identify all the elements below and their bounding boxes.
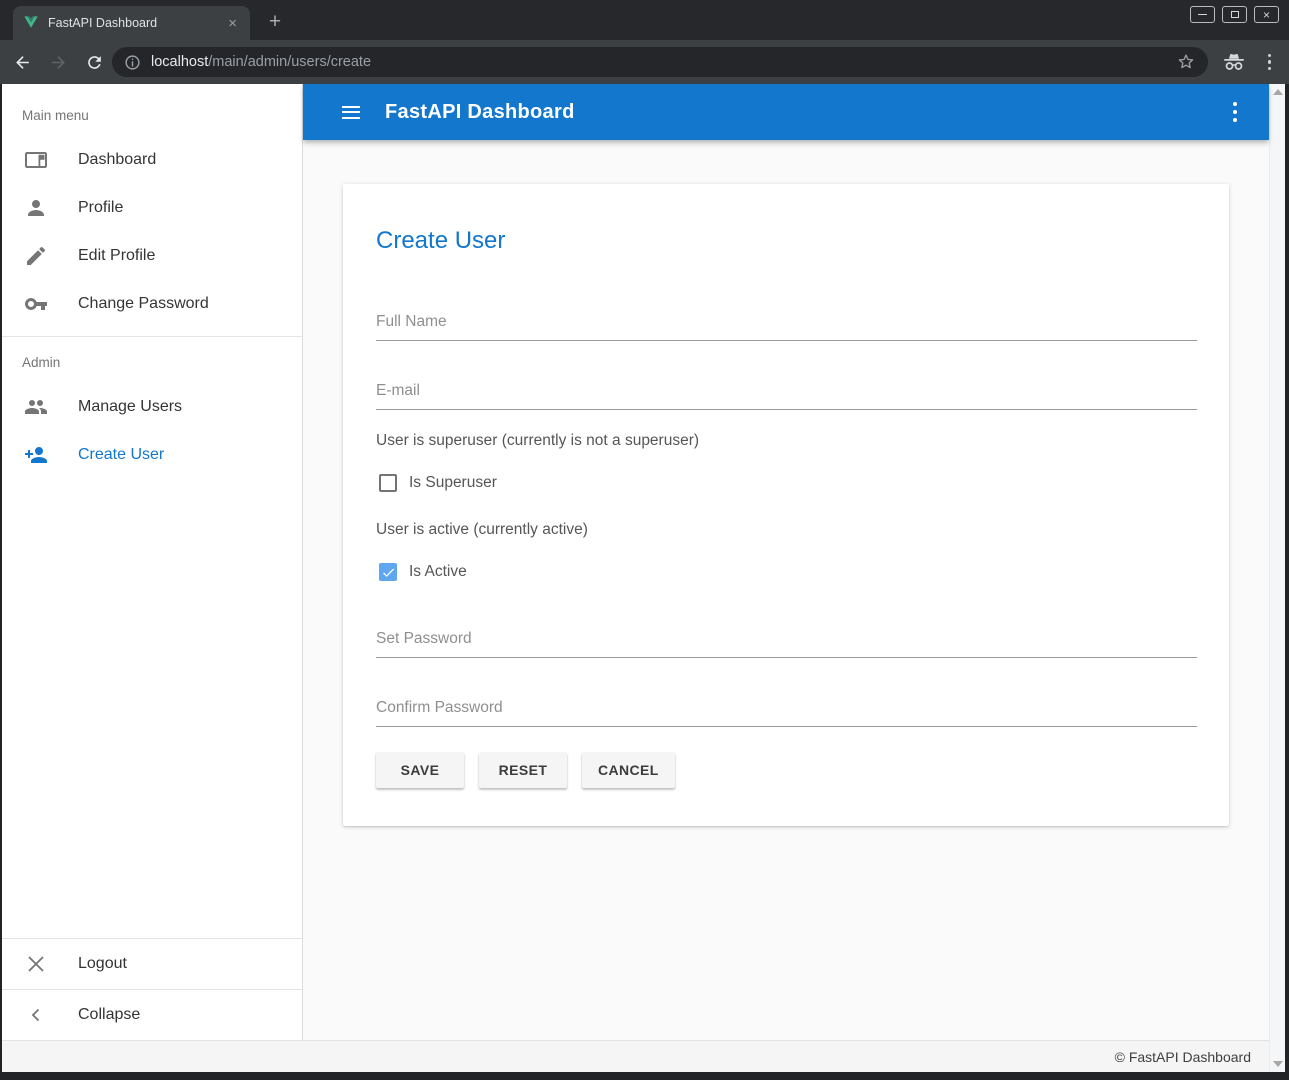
sidebar-item-label: Manage Users (78, 398, 182, 416)
browser-toolbar: localhost/main/admin/users/create (0, 40, 1289, 84)
save-button[interactable]: SAVE (376, 752, 464, 788)
browser-tab[interactable]: FastAPI Dashboard × (13, 6, 250, 40)
sidebar: Main menu Dashboard Profile Edit Profile (2, 84, 303, 1040)
sidebar-item-label: Change Password (78, 295, 209, 313)
sidebar-section-header: Main menu (2, 84, 302, 136)
sidebar-item-profile[interactable]: Profile (2, 184, 302, 232)
reset-button[interactable]: RESET (479, 752, 567, 788)
person-add-icon (24, 443, 48, 467)
sidebar-bottom: Logout Collapse (2, 938, 302, 1040)
app-bar-menu-icon[interactable] (1225, 94, 1245, 130)
content-area: Create User User is superuser (currently… (303, 140, 1269, 1040)
set-password-field[interactable] (376, 630, 1197, 658)
app-bar-title: FastAPI Dashboard (385, 101, 575, 124)
toolbar-right (1222, 40, 1278, 84)
key-icon (24, 292, 48, 316)
app-bar: FastAPI Dashboard (303, 84, 1269, 140)
sidebar-item-manage-users[interactable]: Manage Users (2, 383, 302, 431)
checkbox-label: Is Superuser (409, 474, 497, 492)
footer-copyright: © FastAPI Dashboard (1115, 1049, 1251, 1065)
checkbox-label: Is Active (409, 563, 467, 581)
chevron-left-icon (24, 1003, 48, 1027)
bookmark-star-icon[interactable] (1176, 52, 1196, 72)
sidebar-item-create-user[interactable]: Create User (2, 431, 302, 479)
scrollbar[interactable] (1269, 84, 1285, 1072)
scroll-down-icon[interactable] (1273, 1061, 1283, 1067)
scroll-up-icon[interactable] (1273, 89, 1283, 95)
tab-strip: FastAPI Dashboard × + × (0, 0, 1289, 40)
page: Main menu Dashboard Profile Edit Profile (2, 84, 1285, 1072)
superuser-caption: User is superuser (currently is not a su… (376, 432, 1197, 450)
vue-favicon-icon (23, 15, 39, 31)
browser-menu-icon[interactable] (1262, 54, 1278, 71)
maximize-button[interactable] (1222, 6, 1247, 23)
main-area: FastAPI Dashboard Create User User is su… (303, 84, 1269, 1072)
page-title: Create User (376, 184, 1197, 256)
create-user-card: Create User User is superuser (currently… (343, 184, 1229, 826)
minimize-button[interactable] (1190, 6, 1215, 23)
url-host: localhost (151, 54, 208, 70)
tab-close-icon[interactable]: × (225, 16, 240, 31)
confirm-password-field[interactable] (376, 699, 1197, 727)
url-path: /main/admin/users/create (208, 54, 371, 70)
sidebar-item-label: Edit Profile (78, 247, 155, 265)
sidebar-item-edit-profile[interactable]: Edit Profile (2, 232, 302, 280)
sidebar-item-label: Logout (78, 955, 127, 973)
hamburger-menu-icon[interactable] (329, 90, 373, 134)
full-name-input[interactable] (376, 313, 1197, 340)
checkbox-checked-icon[interactable] (379, 563, 397, 581)
sidebar-item-dashboard[interactable]: Dashboard (2, 136, 302, 184)
set-password-input[interactable] (376, 630, 1197, 657)
cancel-button[interactable]: CANCEL (582, 752, 675, 788)
checkbox-unchecked-icon[interactable] (379, 474, 397, 492)
footer: © FastAPI Dashboard (2, 1040, 1269, 1072)
address-bar[interactable]: localhost/main/admin/users/create (112, 47, 1208, 77)
people-icon (24, 395, 48, 419)
confirm-password-input[interactable] (376, 699, 1197, 726)
is-active-checkbox-row[interactable]: Is Active (379, 563, 1197, 581)
is-superuser-checkbox-row[interactable]: Is Superuser (379, 474, 1197, 492)
email-field[interactable] (376, 382, 1197, 410)
form-buttons: SAVE RESET CANCEL (376, 752, 1197, 788)
tab-title: FastAPI Dashboard (48, 16, 225, 30)
full-name-field[interactable] (376, 313, 1197, 341)
sidebar-item-label: Profile (78, 199, 123, 217)
reload-icon[interactable] (80, 48, 108, 76)
email-input[interactable] (376, 382, 1197, 409)
new-tab-button[interactable]: + (262, 10, 288, 36)
window-controls: × (1190, 6, 1279, 23)
dashboard-icon (24, 148, 48, 172)
active-caption: User is active (currently active) (376, 521, 1197, 539)
close-x-icon (24, 952, 48, 976)
site-info-icon[interactable] (124, 54, 141, 71)
forward-icon[interactable] (44, 48, 72, 76)
sidebar-section-header: Admin (2, 337, 302, 383)
sidebar-item-logout[interactable]: Logout (2, 938, 302, 989)
pencil-icon (24, 244, 48, 268)
sidebar-item-collapse[interactable]: Collapse (2, 989, 302, 1040)
sidebar-item-label: Dashboard (78, 151, 156, 169)
sidebar-item-label: Collapse (78, 1006, 140, 1024)
sidebar-item-label: Create User (78, 446, 164, 464)
person-icon (24, 196, 48, 220)
back-icon[interactable] (8, 48, 36, 76)
browser-window: FastAPI Dashboard × + × localhost/main/a… (0, 0, 1289, 1080)
incognito-icon (1222, 52, 1246, 72)
window-close-button[interactable]: × (1254, 6, 1279, 23)
sidebar-item-change-password[interactable]: Change Password (2, 280, 302, 328)
